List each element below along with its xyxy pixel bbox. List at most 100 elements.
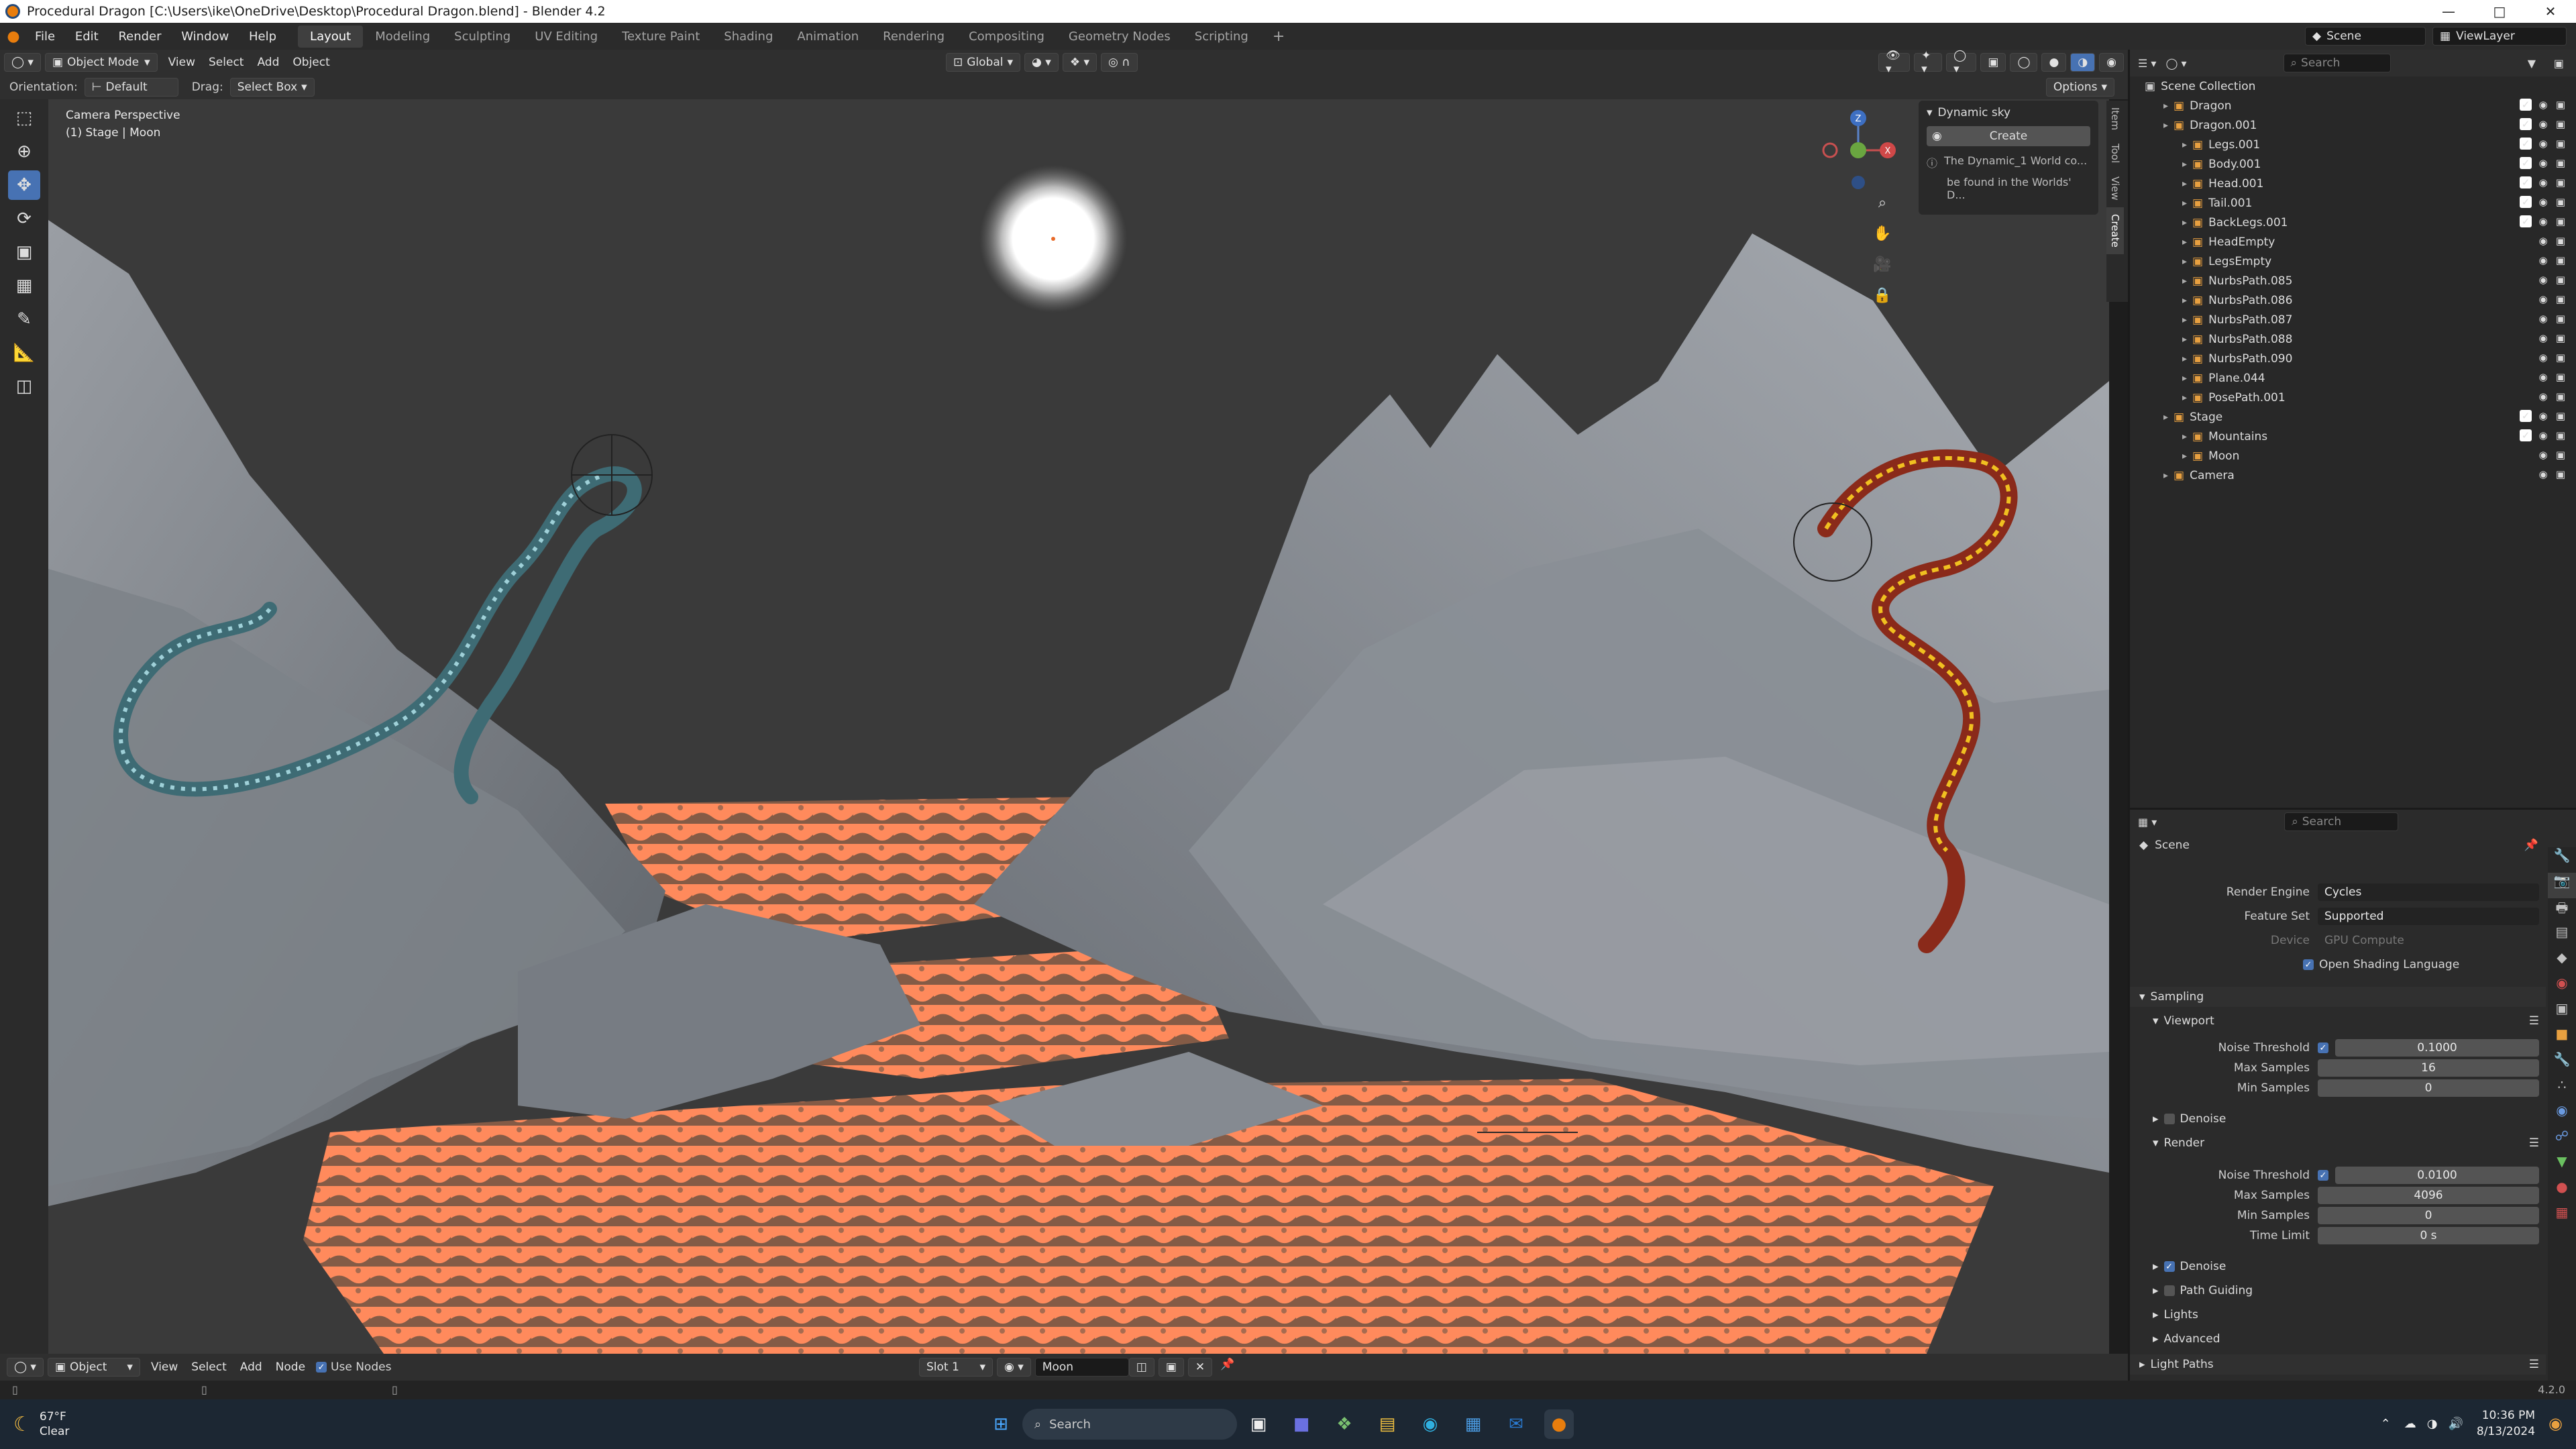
create-button[interactable]: ◉ Create	[1927, 126, 2090, 146]
viewlayer-selector[interactable]: ▦ ViewLayer	[2432, 27, 2567, 46]
render-camera-icon[interactable]: ▣	[2555, 429, 2567, 441]
pin-icon[interactable]: 📌	[1220, 1358, 1234, 1377]
exclude-checkbox[interactable]: ✓	[2520, 215, 2532, 227]
store-icon[interactable]: ▦	[1458, 1409, 1488, 1439]
select-box-tool-icon[interactable]: ⬚	[8, 103, 40, 133]
material-name-field[interactable]: Moon	[1034, 1358, 1129, 1377]
advanced-row[interactable]: ▸ Advanced	[2130, 1329, 2546, 1349]
eye-icon[interactable]: ◉	[2537, 332, 2549, 344]
blender-taskbar-icon[interactable]: ●	[1544, 1409, 1574, 1439]
tab-modeling[interactable]: Modeling	[363, 25, 442, 48]
exclude-checkbox[interactable]: ✓	[2520, 196, 2532, 208]
r-time-field[interactable]: 0 s	[2318, 1227, 2539, 1244]
output-tab-icon[interactable]: 🖶	[2548, 898, 2576, 924]
edge-icon[interactable]: ◉	[1415, 1409, 1445, 1439]
render-camera-icon[interactable]: ▣	[2555, 274, 2567, 286]
widgets-icon[interactable]: ❖	[1330, 1409, 1359, 1439]
menu-render[interactable]: Render	[110, 30, 169, 44]
list-icon[interactable]: ☰	[2529, 1014, 2539, 1028]
scene-selector[interactable]: ◆ Scene	[2305, 27, 2426, 46]
gizmo-button[interactable]: ✦ ▾	[1914, 49, 1943, 76]
r-noise-field[interactable]: 0.0100	[2335, 1167, 2539, 1184]
outliner-row[interactable]: ▸ ▣ PosePath.001 ◉ ▣	[2130, 388, 2576, 407]
notification-icon[interactable]: ◉	[2548, 1414, 2563, 1433]
outliner-row[interactable]: ▸ ▣ BackLegs.001 ✓ ◉ ▣	[2130, 213, 2576, 232]
render-camera-icon[interactable]: ▣	[2555, 157, 2567, 169]
chevron-right-icon[interactable]: ▸	[2182, 315, 2187, 325]
editor-type-button[interactable]: ◯ ▾	[7, 1358, 44, 1377]
eye-icon[interactable]: ◉	[2537, 429, 2549, 441]
snap-button[interactable]: ❖ ▾	[1062, 53, 1097, 72]
chevron-right-icon[interactable]: ▸	[2182, 276, 2187, 286]
r-denoise-row[interactable]: ▸ ✓ Denoise	[2130, 1256, 2546, 1277]
outliner-row[interactable]: ▸ ▣ Moon ◉ ▣	[2130, 446, 2576, 466]
tab-geometry-nodes[interactable]: Geometry Nodes	[1057, 25, 1183, 48]
chevron-right-icon[interactable]: ▸	[2163, 101, 2168, 111]
proportional-edit-button[interactable]: ◎ ∩	[1101, 53, 1138, 72]
eye-icon[interactable]: ◉	[2537, 118, 2549, 130]
menu-help[interactable]: Help	[241, 30, 284, 44]
chevron-right-icon[interactable]: ▸	[2182, 237, 2187, 248]
pan-hand-icon[interactable]: ✋	[1870, 221, 1894, 246]
eye-icon[interactable]: ◉	[2537, 371, 2549, 383]
outliner-row[interactable]: ▸ ▣ NurbsPath.086 ◉ ▣	[2130, 290, 2576, 310]
transform-tool-icon[interactable]: ▦	[8, 271, 40, 301]
outliner-row[interactable]: ▸ ▣ NurbsPath.085 ◉ ▣	[2130, 271, 2576, 290]
eye-icon[interactable]: ◉	[2537, 410, 2549, 422]
chevron-right-icon[interactable]: ▸	[2182, 140, 2187, 150]
vp-noise-checkbox[interactable]: ✓	[2318, 1042, 2328, 1053]
eye-icon[interactable]: ◉	[2537, 352, 2549, 364]
exclude-checkbox[interactable]: ✓	[2520, 429, 2532, 441]
use-nodes-checkbox[interactable]: ✓	[316, 1362, 327, 1373]
close-button[interactable]: ✕	[2525, 0, 2576, 23]
tab-scripting[interactable]: Scripting	[1183, 25, 1260, 48]
tab-sculpting[interactable]: Sculpting	[442, 25, 523, 48]
exclude-checkbox[interactable]: ✓	[2520, 99, 2532, 111]
outliner-row[interactable]: ▸ ▣ Tail.001 ✓ ◉ ▣	[2130, 193, 2576, 213]
render-camera-icon[interactable]: ▣	[2555, 196, 2567, 208]
eye-icon[interactable]: ◉	[2537, 235, 2549, 247]
unlink-material-button[interactable]: ✕	[1187, 1358, 1213, 1377]
vp-denoise-row[interactable]: ▸ Denoise	[2130, 1109, 2546, 1129]
chevron-right-icon[interactable]: ▸	[2182, 431, 2187, 442]
move-tool-icon[interactable]: ✥	[8, 170, 40, 200]
outliner-search-input[interactable]: ⌕ Search	[2283, 54, 2391, 72]
vp-denoise-checkbox[interactable]	[2163, 1114, 2175, 1124]
render-camera-icon[interactable]: ▣	[2555, 313, 2567, 325]
pivot-point-button[interactable]: ◕ ▾	[1024, 53, 1059, 72]
tab-create[interactable]: Create	[2106, 207, 2124, 254]
orientation-dropdown[interactable]: ⊢ Default	[84, 78, 178, 97]
eye-icon[interactable]: ◉	[2537, 157, 2549, 169]
chevron-right-icon[interactable]: ▸	[2182, 392, 2187, 403]
data-tab-icon[interactable]: ▼	[2548, 1153, 2576, 1179]
outliner-row[interactable]: ▸ ▣ Head.001 ✓ ◉ ▣	[2130, 174, 2576, 193]
annotate-tool-icon[interactable]: ✎	[8, 305, 40, 334]
tab-compositing[interactable]: Compositing	[957, 25, 1057, 48]
particles-tab-icon[interactable]: ∴	[2548, 1077, 2576, 1102]
new-collection-icon[interactable]: ▣	[2554, 57, 2564, 70]
cloud-icon[interactable]: ☁	[2404, 1417, 2416, 1431]
exclude-checkbox[interactable]: ✓	[2520, 410, 2532, 422]
blender-menu-icon[interactable]: ●	[0, 28, 27, 45]
shading-material-button[interactable]: ◑	[2070, 53, 2096, 72]
tab-item[interactable]: Item	[2106, 101, 2124, 137]
device-dropdown[interactable]: GPU Compute	[2318, 932, 2539, 949]
chevron-right-icon[interactable]: ▸	[2182, 217, 2187, 228]
pin-icon[interactable]: 📌	[2524, 839, 2538, 852]
render-camera-icon[interactable]: ▣	[2555, 293, 2567, 305]
editor-type-button[interactable]: ◯ ▾	[4, 53, 41, 72]
render-tab-icon[interactable]: 📷	[2548, 873, 2576, 898]
chevron-right-icon[interactable]: ▸	[2182, 178, 2187, 189]
tab-view[interactable]: View	[2106, 170, 2124, 207]
tab-shading[interactable]: Shading	[712, 25, 785, 48]
drag-dropdown[interactable]: Select Box ▾	[229, 78, 315, 97]
vp-max-field[interactable]: 16	[2318, 1059, 2539, 1077]
outliner-row[interactable]: ▸ ▣ Mountains ✓ ◉ ▣	[2130, 427, 2576, 446]
chevron-right-icon[interactable]: ▸	[2182, 159, 2187, 170]
world-tab-icon[interactable]: ◉	[2548, 975, 2576, 1000]
vp-min-field[interactable]: 0	[2318, 1079, 2539, 1097]
list-icon[interactable]: ☰	[2529, 1136, 2539, 1150]
texture-tab-icon[interactable]: ▦	[2548, 1204, 2576, 1230]
cursor-tool-icon[interactable]: ⊕	[8, 137, 40, 166]
outlook-icon[interactable]: ✉	[1501, 1409, 1531, 1439]
